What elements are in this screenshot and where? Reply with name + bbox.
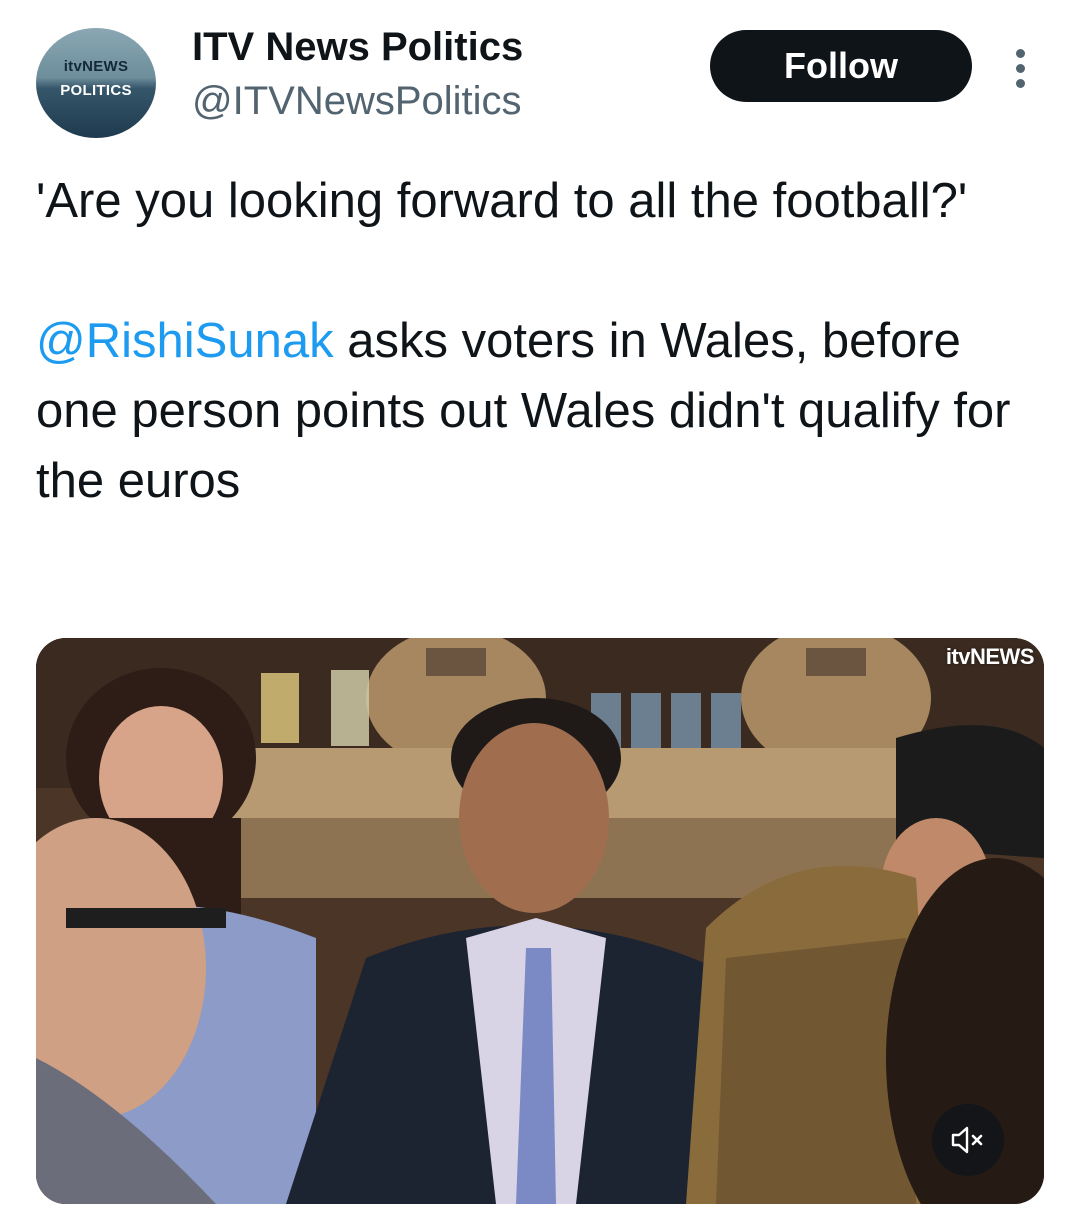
more-options-button[interactable] [1004, 40, 1036, 96]
follow-button[interactable]: Follow [710, 30, 972, 102]
tweet-body-line: @RishiSunak asks voters in Wales, before… [36, 306, 1046, 516]
tweet-text: 'Are you looking forward to all the foot… [36, 166, 1046, 516]
avatar-logo-bottom: POLITICS [60, 82, 132, 99]
avatar-logo-top: itvNEWS [63, 58, 129, 75]
account-avatar[interactable]: itvNEWS POLITICS [36, 28, 156, 138]
video-frame [36, 638, 1044, 1204]
speaker-muted-icon [951, 1126, 983, 1154]
display-name[interactable]: ITV News Politics [192, 24, 523, 70]
more-dot [1015, 63, 1025, 73]
tweet-quote-line: 'Are you looking forward to all the foot… [36, 174, 968, 228]
itv-news-watermark: itvNEWS [945, 644, 1035, 669]
more-dot [1015, 78, 1025, 88]
mention-link[interactable]: @RishiSunak [36, 314, 334, 368]
account-handle[interactable]: @ITVNewsPolitics [192, 78, 522, 124]
mute-toggle-button[interactable] [932, 1104, 1004, 1176]
video-player[interactable]: itvNEWS [36, 638, 1044, 1204]
more-dots-vertical-icon [1015, 48, 1025, 58]
